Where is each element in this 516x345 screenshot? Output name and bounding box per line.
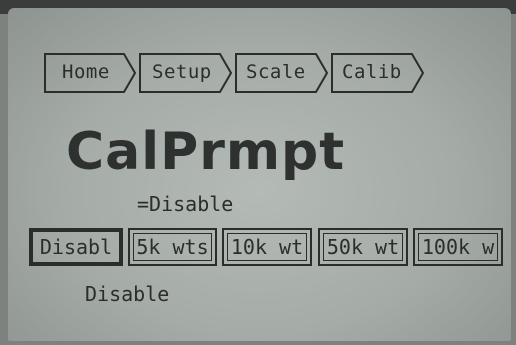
option-10k-wt-button[interactable]: 10k wt (222, 228, 312, 266)
option-100k-w-button[interactable]: 100k w (413, 228, 503, 266)
option-50k-wt-button[interactable]: 50k wt (318, 228, 408, 266)
option-label: 100k w (421, 235, 495, 259)
option-5k-wts-button[interactable]: 5k wts (128, 228, 217, 266)
option-disable-button[interactable]: Disabl (29, 228, 123, 266)
breadcrumb-item-calib[interactable]: Calib (342, 61, 402, 83)
option-label: 50k wt (326, 235, 400, 259)
page-title: CalPrmpt (66, 122, 346, 182)
option-label: 5k wts (136, 235, 209, 259)
option-label: 10k wt (230, 235, 304, 259)
breadcrumb-item-setup[interactable]: Setup (152, 61, 212, 83)
breadcrumb-item-home[interactable]: Home (62, 61, 110, 83)
current-value: =Disable (137, 192, 234, 216)
option-label: Disabl (39, 235, 113, 259)
option-description: Disable (85, 282, 170, 306)
breadcrumb-item-scale[interactable]: Scale (246, 61, 306, 83)
